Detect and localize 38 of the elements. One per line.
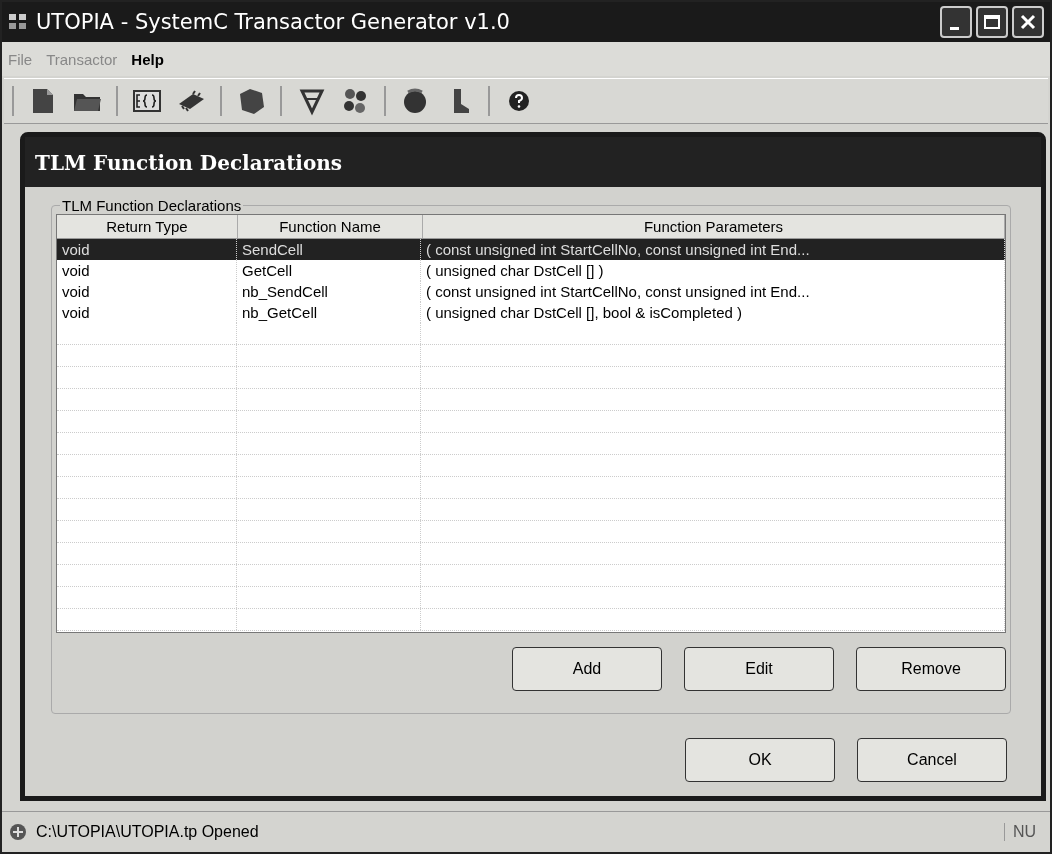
column-header[interactable]: Function Parameters xyxy=(423,215,1005,238)
dialog-title: TLM Function Declarations xyxy=(25,137,1041,187)
table-cell: SendCell xyxy=(237,239,421,260)
status-message: C:\UTOPIA\UTOPIA.tp Opened xyxy=(36,823,260,841)
table-cell: ( const unsigned int StartCellNo, const unsigned int End... xyxy=(421,239,1005,260)
app-icon xyxy=(8,12,28,32)
window-title: UTOPIA - SystemC Transactor Generator v1.0 xyxy=(36,10,511,34)
table-cell: ( const unsigned int StartCellNo, const unsigned int End... xyxy=(421,281,1005,302)
table-cell: void xyxy=(57,281,237,302)
group-label: TLM Function Declarations xyxy=(61,197,243,214)
column-header[interactable]: Function Name xyxy=(238,215,423,238)
status-icon xyxy=(8,822,28,842)
table-cell: void xyxy=(57,239,237,260)
close-button[interactable] xyxy=(1012,6,1044,38)
minimize-icon xyxy=(949,26,959,30)
maximize-button[interactable] xyxy=(976,6,1008,38)
table-action-button[interactable]: Remove xyxy=(856,647,1006,691)
table-cell: nb_GetCell xyxy=(237,302,421,323)
maximize-icon xyxy=(982,12,1002,32)
menu-item[interactable]: Help xyxy=(131,50,164,68)
table-row[interactable]: void nb_SendCell ( const unsigned int StartCellNo, const unsigned int End... xyxy=(57,281,1005,302)
status-indicator: NU xyxy=(1003,823,1044,841)
table-cell: void xyxy=(57,302,237,323)
table-cell: ( unsigned char DstCell [], bool & isCompleted ) xyxy=(421,302,1005,323)
dialog-button[interactable]: OK xyxy=(685,738,835,782)
table-cell: GetCell xyxy=(237,260,421,281)
table-row[interactable]: void GetCell ( unsigned char DstCell [] ) xyxy=(57,260,1005,281)
column-header[interactable]: Return Type xyxy=(57,215,238,238)
close-icon xyxy=(1018,12,1038,32)
table-row[interactable]: void SendCell ( const unsigned int StartCellNo, const unsigned int End... xyxy=(57,239,1005,260)
table-action-button[interactable]: Edit xyxy=(684,647,834,691)
table-cell: nb_SendCell xyxy=(237,281,421,302)
table-action-button[interactable]: Add xyxy=(512,647,662,691)
table-cell: void xyxy=(57,260,237,281)
table-cell: ( unsigned char DstCell [] ) xyxy=(421,260,1005,281)
dialog-button[interactable]: Cancel xyxy=(857,738,1007,782)
minimize-button[interactable] xyxy=(940,6,972,38)
table-row[interactable]: void nb_GetCell ( unsigned char DstCell [], bool & isCompleted ) xyxy=(57,302,1005,323)
